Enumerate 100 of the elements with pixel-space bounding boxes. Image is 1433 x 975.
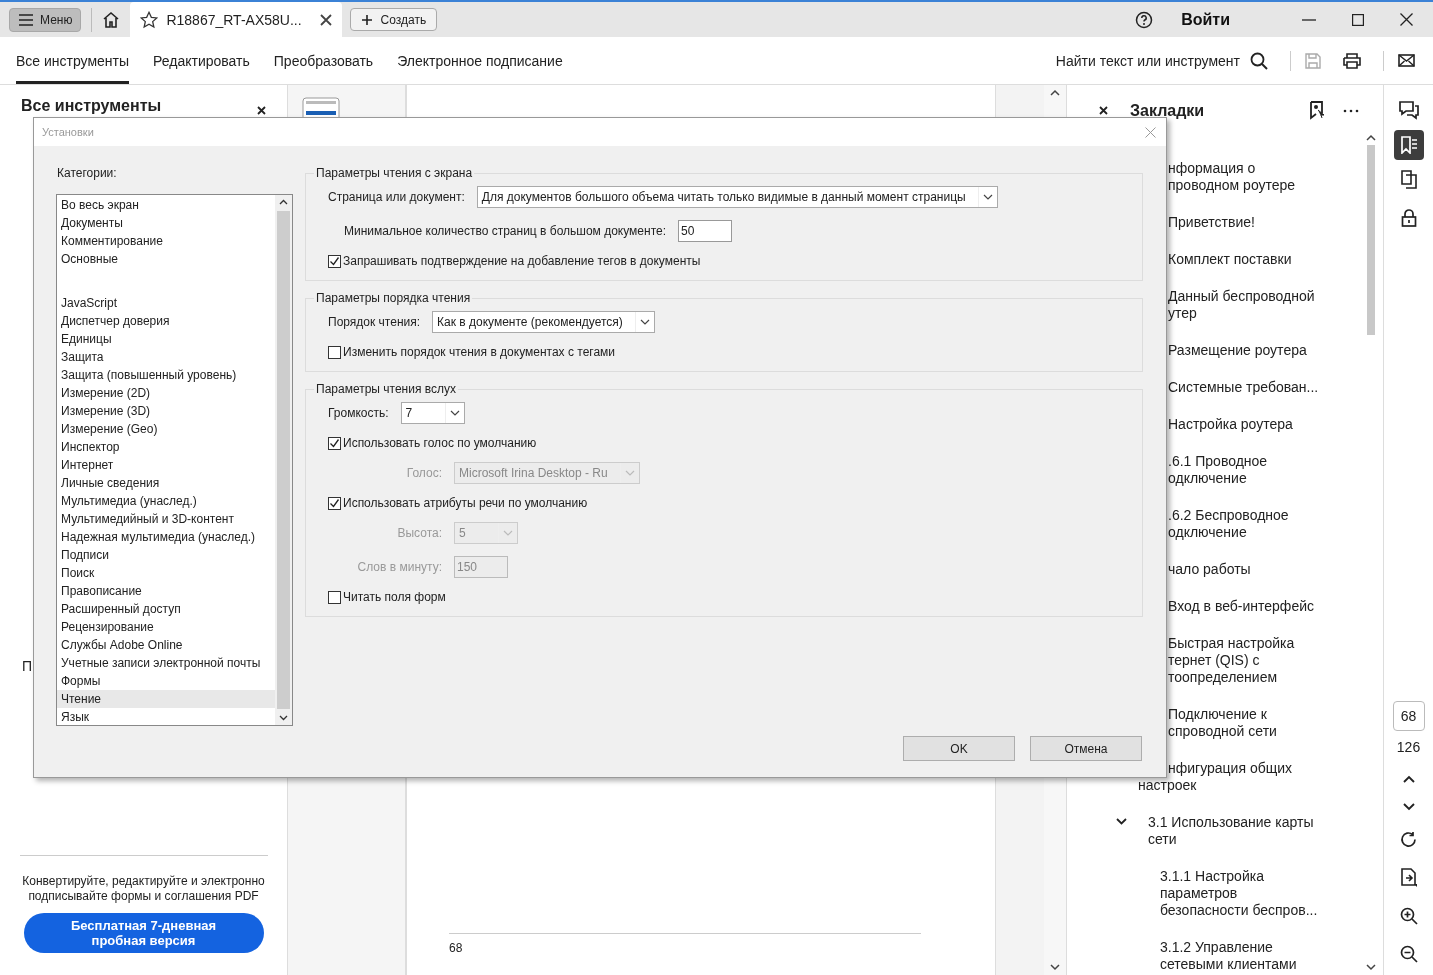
sign-in-button[interactable]: Войти bbox=[1175, 9, 1236, 30]
chevron-down-icon[interactable] bbox=[449, 410, 460, 416]
toolbar-tab[interactable]: Редактировать bbox=[153, 37, 250, 84]
scrollbar-thumb[interactable] bbox=[277, 211, 290, 709]
chevron-icon[interactable] bbox=[1116, 818, 1127, 825]
rotate-icon[interactable] bbox=[1400, 831, 1417, 848]
category-item[interactable]: Подписи bbox=[57, 546, 275, 564]
document-tab[interactable]: R18867_RT-AX58U... bbox=[130, 2, 342, 37]
menu-icon[interactable] bbox=[18, 13, 34, 26]
scroll-down-icon[interactable] bbox=[1050, 964, 1060, 971]
dialog-button[interactable]: Отмена bbox=[1030, 736, 1142, 761]
category-item[interactable]: Надежная мультимедиа (унаслед.) bbox=[57, 528, 275, 546]
close-icon[interactable] bbox=[1099, 106, 1108, 115]
more-icon[interactable] bbox=[1343, 108, 1359, 113]
category-item[interactable]: Мультимедийный и 3D-контент bbox=[57, 510, 275, 528]
category-item[interactable]: Комментирование bbox=[57, 232, 275, 250]
dropdown[interactable]: Как в документе (рекомендуется) bbox=[432, 311, 655, 333]
help-icon[interactable] bbox=[1135, 10, 1154, 29]
group-title: Параметры чтения с экрана bbox=[315, 166, 474, 180]
bookmark-add-icon[interactable] bbox=[1309, 101, 1325, 120]
scrollbar-thumb[interactable] bbox=[1367, 145, 1375, 335]
category-item[interactable]: Инспектор bbox=[57, 438, 275, 456]
checkbox-label[interactable]: Запрашивать подтверждение на добавление тегов в документы bbox=[343, 254, 701, 268]
dropdown[interactable]: Для документов большого объема читать только видимые в данный момент страницы bbox=[476, 186, 998, 208]
trial-button[interactable]: Бесплатная 7-дневная пробная версия bbox=[23, 913, 264, 953]
bookmark-list-icon[interactable] bbox=[1399, 136, 1418, 154]
chevron-down-icon[interactable] bbox=[982, 194, 993, 200]
tab-title: R18867_RT-AX58U... bbox=[166, 11, 302, 28]
create-button[interactable]: Создать bbox=[349, 8, 438, 31]
bookmark-item[interactable]: 3.1.2 Управление сетевыми клиентами bbox=[1067, 939, 1365, 975]
category-item[interactable]: Диспетчер доверия bbox=[57, 312, 275, 330]
bookmark-item[interactable]: 3.1.1 Настройка параметров безопасности беспров... bbox=[1067, 868, 1365, 939]
dialog-button[interactable]: OK bbox=[903, 736, 1015, 761]
category-item[interactable]: Учетные записи электронной почты bbox=[57, 654, 275, 672]
file-export-icon[interactable] bbox=[1400, 868, 1417, 887]
toolbar-tab[interactable]: Все инструменты bbox=[16, 37, 130, 84]
checkbox[interactable] bbox=[328, 496, 341, 510]
toolbar-tab[interactable]: Электронное подписание bbox=[397, 37, 563, 84]
page-thumbnail-icon[interactable] bbox=[302, 97, 340, 117]
category-item[interactable]: Единицы bbox=[57, 330, 275, 348]
chevron-down-icon[interactable] bbox=[639, 319, 650, 325]
category-item[interactable]: Измерение (2D) bbox=[57, 384, 275, 402]
zoom-out-icon[interactable] bbox=[1399, 945, 1418, 963]
mail-icon[interactable] bbox=[1398, 54, 1415, 67]
checkbox-label[interactable]: Изменить порядок чтения в документах с тегами bbox=[343, 345, 616, 359]
toolbar-tab[interactable]: Преобразовать bbox=[273, 37, 374, 84]
lock-icon[interactable] bbox=[1400, 209, 1417, 227]
next-page-icon[interactable] bbox=[1402, 803, 1415, 811]
category-item[interactable]: Правописание bbox=[57, 582, 275, 600]
checkbox[interactable] bbox=[328, 345, 341, 359]
category-item[interactable]: Службы Adobe Online bbox=[57, 636, 275, 654]
close-icon[interactable] bbox=[1400, 13, 1413, 26]
category-item[interactable]: Защита (повышенный уровень) bbox=[57, 366, 275, 384]
category-item[interactable]: JavaScript bbox=[57, 294, 275, 312]
bookmark-item[interactable]: нфигурация общих настроек bbox=[1067, 760, 1365, 814]
scroll-down-icon[interactable] bbox=[1366, 964, 1376, 971]
dropdown[interactable]: 7 bbox=[400, 402, 465, 424]
category-item[interactable]: Документы bbox=[57, 214, 275, 232]
category-item[interactable]: Измерение (3D) bbox=[57, 402, 275, 420]
plus-icon[interactable] bbox=[360, 13, 373, 26]
star-icon[interactable] bbox=[140, 10, 159, 29]
category-item[interactable]: Расширенный доступ bbox=[57, 600, 275, 618]
menu-button[interactable]: Меню bbox=[9, 7, 82, 32]
category-item[interactable]: Рецензирование bbox=[57, 618, 275, 636]
category-item[interactable]: Формы bbox=[57, 672, 275, 690]
category-item[interactable]: Личные сведения bbox=[57, 474, 275, 492]
previous-page-icon[interactable] bbox=[1402, 775, 1415, 783]
number-field[interactable]: 50 bbox=[678, 220, 733, 242]
home-icon[interactable] bbox=[102, 11, 121, 28]
category-item[interactable]: Основные bbox=[57, 250, 275, 268]
category-item[interactable]: Язык bbox=[57, 708, 275, 726]
checkbox-label[interactable]: Использовать атрибуты речи по умолчанию bbox=[343, 496, 588, 510]
scroll-down-icon[interactable] bbox=[279, 715, 288, 721]
maximize-icon[interactable] bbox=[1352, 13, 1364, 26]
scroll-up-icon[interactable] bbox=[1050, 89, 1060, 96]
zoom-in-icon[interactable] bbox=[1399, 907, 1418, 925]
bookmark-item[interactable]: 3.1 Использование карты сети bbox=[1067, 814, 1365, 868]
checkbox-label[interactable]: Использовать голос по умолчанию bbox=[343, 436, 537, 450]
comment-icon[interactable] bbox=[1398, 101, 1419, 120]
scroll-up-icon[interactable] bbox=[279, 199, 288, 205]
search-label[interactable]: Найти текст или инструмент bbox=[1055, 52, 1240, 69]
category-item[interactable]: Мультимедиа (унаслед.) bbox=[57, 492, 275, 510]
checkbox[interactable] bbox=[328, 436, 341, 450]
category-item[interactable]: Интернет bbox=[57, 456, 275, 474]
page-number-field[interactable]: 68 bbox=[1392, 701, 1425, 731]
checkbox[interactable] bbox=[328, 590, 341, 604]
checkbox-label[interactable]: Читать поля форм bbox=[343, 590, 446, 604]
category-item[interactable]: Чтение bbox=[57, 690, 275, 708]
close-icon[interactable] bbox=[257, 106, 266, 115]
print-icon[interactable] bbox=[1343, 52, 1361, 69]
category-item[interactable]: Поиск bbox=[57, 564, 275, 582]
search-icon[interactable] bbox=[1250, 51, 1268, 70]
bookmarks-tool-button[interactable] bbox=[1393, 130, 1424, 160]
pages-icon[interactable] bbox=[1400, 170, 1417, 189]
checkbox[interactable] bbox=[328, 254, 341, 268]
category-item[interactable]: Защита bbox=[57, 348, 275, 366]
category-item[interactable]: Измерение (Geo) bbox=[57, 420, 275, 438]
scroll-up-icon[interactable] bbox=[1366, 134, 1376, 141]
close-icon[interactable] bbox=[319, 13, 332, 26]
category-item[interactable]: Во весь экран bbox=[57, 196, 275, 214]
